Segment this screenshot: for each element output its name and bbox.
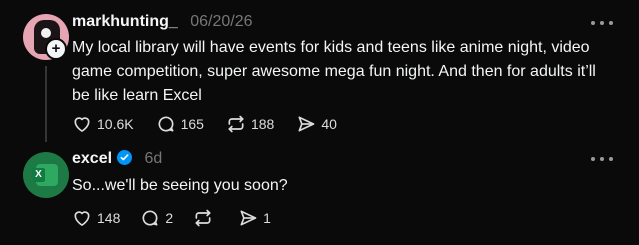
post-text: So...we'll be seeing you soon? xyxy=(72,177,288,194)
repost-icon xyxy=(195,209,211,227)
post-actions: 10.6K 165 188 40 xyxy=(72,114,359,134)
like-button[interactable]: 10.6K xyxy=(72,114,134,134)
share-button[interactable]: 40 xyxy=(296,114,337,134)
share-count: 1 xyxy=(263,210,271,226)
heart-icon xyxy=(74,117,90,132)
follow-plus-icon[interactable]: + xyxy=(45,38,67,60)
username[interactable]: markhunting_ xyxy=(72,13,178,30)
timestamp[interactable]: 6d xyxy=(145,150,163,167)
post-header: excel 6d xyxy=(72,150,162,168)
repost-icon xyxy=(228,115,244,133)
share-button[interactable]: 1 xyxy=(238,208,271,228)
verified-badge-icon xyxy=(117,150,133,165)
like-count: 148 xyxy=(97,210,121,226)
more-icon[interactable] xyxy=(591,154,613,164)
comment-icon xyxy=(158,116,174,132)
reply-count: 165 xyxy=(180,116,204,132)
thread-post-markhunting: + markhunting_ 06/20/26 My local library… xyxy=(0,0,639,142)
avatar-excel[interactable]: X xyxy=(23,152,69,198)
username[interactable]: excel xyxy=(72,150,112,167)
thread-connector-line xyxy=(45,66,47,142)
repost-count: 188 xyxy=(250,116,275,132)
avatar-figure-face xyxy=(41,28,51,38)
reply-button[interactable]: 165 xyxy=(156,114,204,134)
timestamp[interactable]: 06/20/26 xyxy=(190,13,252,30)
heart-icon xyxy=(74,211,90,226)
comment-icon xyxy=(142,210,158,226)
share-count: 40 xyxy=(321,116,337,132)
repost-button[interactable]: 188 xyxy=(226,114,274,134)
like-count: 10.6K xyxy=(97,116,134,132)
post-actions: 148 2 1 xyxy=(72,208,291,228)
post-header: markhunting_ 06/20/26 xyxy=(72,13,253,31)
reply-count: 2 xyxy=(165,210,174,226)
thread-post-excel: X excel 6d So...we'll be seeing you soon… xyxy=(0,140,639,245)
like-button[interactable]: 148 xyxy=(72,208,120,228)
reply-button[interactable]: 2 xyxy=(140,208,173,228)
post-text: My local library will have events for ki… xyxy=(72,39,596,104)
send-icon xyxy=(240,210,257,226)
send-icon xyxy=(298,116,315,132)
excel-logo-icon: X xyxy=(32,168,45,182)
more-icon[interactable] xyxy=(591,18,613,28)
repost-button[interactable] xyxy=(193,208,218,228)
